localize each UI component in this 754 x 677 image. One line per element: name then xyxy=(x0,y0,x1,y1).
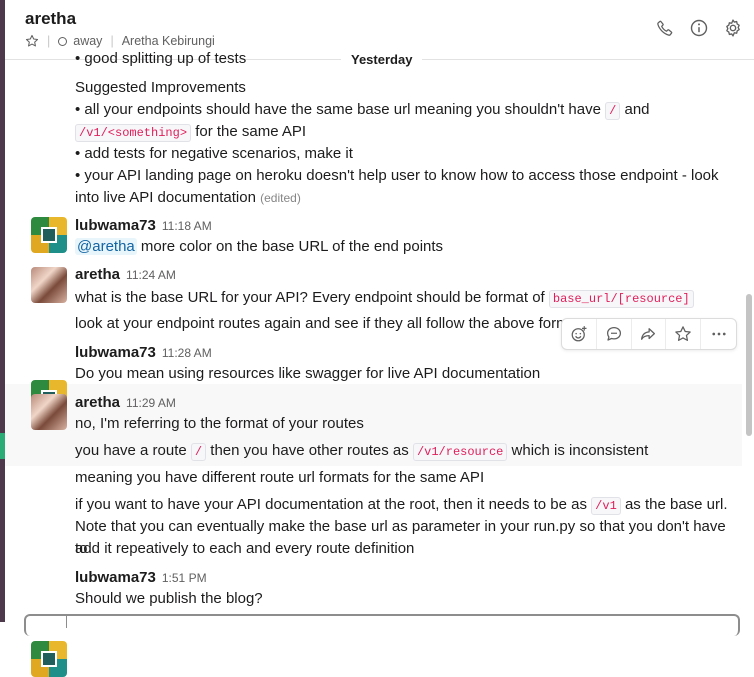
message-text: you have a route / then you have other r… xyxy=(75,440,734,463)
message-text: add it repeatively to each and every rou… xyxy=(75,540,415,557)
save-star-icon[interactable] xyxy=(666,319,702,349)
inline-code: / xyxy=(605,102,621,120)
day-divider: Yesterday xyxy=(5,49,754,71)
message-author: lubwama73 11:28 AM xyxy=(75,344,212,361)
edited-label: (edited) xyxy=(260,191,301,205)
avatar[interactable] xyxy=(31,267,67,303)
message-author: lubwama73 11:18 AM xyxy=(75,217,212,234)
text-span: more color on the base URL of the end po… xyxy=(136,238,444,255)
message-timestamp[interactable]: 11:29 AM xyxy=(126,396,176,410)
message-timestamp[interactable]: 11:18 AM xyxy=(162,219,212,233)
author-name[interactable]: aretha xyxy=(75,394,120,411)
day-divider-label[interactable]: Yesterday xyxy=(341,49,423,71)
message-text: • add tests for negative scenarios, make… xyxy=(75,145,353,162)
more-actions-icon[interactable] xyxy=(701,319,736,349)
message-composer[interactable] xyxy=(24,614,740,636)
message-timestamp[interactable]: 11:24 AM xyxy=(126,268,176,282)
text-span: you have a route xyxy=(75,442,191,459)
composer-divider xyxy=(66,616,67,628)
avatar[interactable] xyxy=(31,641,67,677)
text-span: into live API documentation xyxy=(75,189,256,206)
text-span: if you want to have your API documentati… xyxy=(75,496,592,513)
gear-icon[interactable] xyxy=(722,17,744,39)
message-text: Suggested Improvements xyxy=(75,79,246,96)
avatar[interactable] xyxy=(31,217,67,253)
presence-status: away xyxy=(73,34,103,48)
message-text: if you want to have your API documentati… xyxy=(75,494,734,517)
avatar[interactable] xyxy=(31,394,67,430)
inline-code: / xyxy=(190,443,207,461)
message-text: what is the base URL for your API? Every… xyxy=(75,287,734,310)
channel-name[interactable]: aretha xyxy=(25,9,76,29)
message-text: • all your endpoints should have the sam… xyxy=(75,99,734,122)
meta-separator: | xyxy=(47,34,51,48)
meta-separator: | xyxy=(110,34,114,48)
phone-icon[interactable] xyxy=(654,17,676,39)
header-actions xyxy=(654,17,744,39)
message-author: aretha 11:24 AM xyxy=(75,266,176,283)
add-reaction-icon[interactable] xyxy=(562,319,597,349)
message-author: lubwama73 1:51 PM xyxy=(75,569,207,586)
channel-meta: | away | Aretha Kebirungi xyxy=(25,34,215,48)
message-actions-bar xyxy=(561,318,737,350)
message-text: no, I'm referring to the format of your … xyxy=(75,415,364,432)
text-span: and xyxy=(620,101,650,118)
text-span: for the same API xyxy=(191,123,307,140)
share-message-icon[interactable] xyxy=(632,319,667,349)
user-full-name[interactable]: Aretha Kebirungi xyxy=(122,34,215,48)
inline-code: base_url/[resource] xyxy=(548,290,694,308)
message-author: aretha 11:29 AM xyxy=(75,394,176,411)
text-span: what is the base URL for your API? Every… xyxy=(75,289,549,306)
message-text: • your API landing page on heroku doesn'… xyxy=(75,167,719,184)
star-icon[interactable] xyxy=(25,34,39,48)
info-icon[interactable] xyxy=(688,17,710,39)
inline-code: /v1/resource xyxy=(412,443,508,461)
cut-off-text: • good splitting up of tests xyxy=(75,50,247,67)
message-timestamp[interactable]: 1:51 PM xyxy=(162,571,207,585)
inline-code: /v1/<something> xyxy=(75,124,192,142)
author-name[interactable]: lubwama73 xyxy=(75,569,156,586)
message-text: meaning you have different route url for… xyxy=(75,469,485,486)
author-name[interactable]: lubwama73 xyxy=(75,344,156,361)
message-text: /v1/<something> for the same API xyxy=(75,121,734,144)
text-span: which is inconsistent xyxy=(507,442,649,459)
message-text: Do you mean using resources like swagger… xyxy=(75,365,541,382)
message-text: Should we publish the blog? xyxy=(75,590,263,607)
inline-code: /v1 xyxy=(591,497,621,515)
text-span: as the base url. xyxy=(620,496,728,513)
user-mention[interactable]: @aretha xyxy=(75,238,137,255)
message-text: @aretha more color on the base URL of th… xyxy=(75,236,734,258)
author-name[interactable]: lubwama73 xyxy=(75,217,156,234)
presence-away-icon xyxy=(58,36,68,46)
text-span: • all your endpoints should have the sam… xyxy=(75,101,606,118)
text-span: then you have other routes as xyxy=(206,442,413,459)
author-name[interactable]: aretha xyxy=(75,266,120,283)
start-thread-icon[interactable] xyxy=(597,319,632,349)
scrollbar-thumb[interactable] xyxy=(746,294,752,436)
message-text: into live API documentation (edited) xyxy=(75,187,734,209)
message-timestamp[interactable]: 11:28 AM xyxy=(162,346,212,360)
